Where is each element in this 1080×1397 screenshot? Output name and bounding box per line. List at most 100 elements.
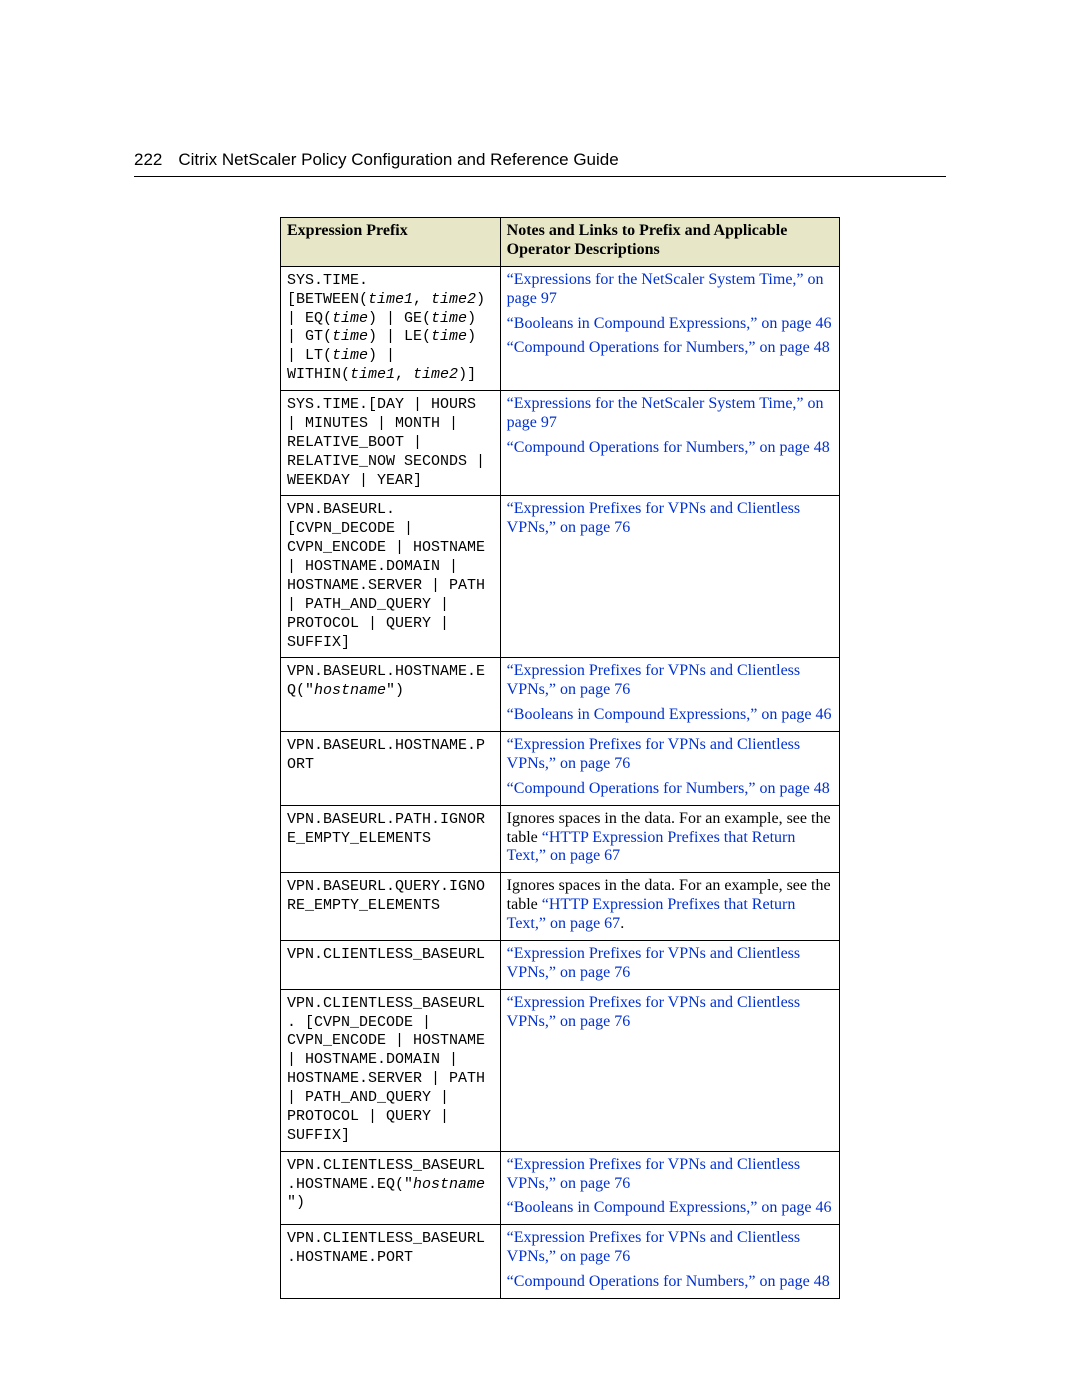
note-line: “Compound Operations for Numbers,” on pa… xyxy=(507,439,833,458)
note-line: “Compound Operations for Numbers,” on pa… xyxy=(507,339,833,358)
cross-reference-link[interactable]: “HTTP Expression Prefixes that Return Te… xyxy=(507,829,796,865)
table-header: Expression Prefix Notes and Links to Pre… xyxy=(281,218,840,267)
prefix-literal: , xyxy=(413,291,431,308)
prefix-literal: SYS.TIME.[DAY | HOURS | MINUTES | MONTH … xyxy=(287,396,485,489)
cross-reference-link[interactable]: “Expression Prefixes for VPNs and Client… xyxy=(507,662,800,698)
prefix-cell: VPN.BASEURL.HOSTNAME.PORT xyxy=(281,732,501,806)
note-line: Ignores spaces in the data. For an examp… xyxy=(507,810,833,867)
note-line: “Expressions for the NetScaler System Ti… xyxy=(507,395,833,433)
prefix-literal: VPN.CLIENTLESS_BASEURL xyxy=(287,946,485,963)
expression-table: Expression Prefix Notes and Links to Pre… xyxy=(280,217,840,1299)
table-row: VPN.BASEURL.[CVPN_DECODE | CVPN_ENCODE |… xyxy=(281,496,840,658)
col-header-prefix: Expression Prefix xyxy=(281,218,501,267)
prefix-placeholder: time1 xyxy=(350,366,395,383)
notes-cell: “Expression Prefixes for VPNs and Client… xyxy=(500,732,839,806)
prefix-placeholder: time1 xyxy=(368,291,413,308)
table-row: VPN.CLIENTLESS_BASEURL.HOSTNAME.PORT “Exp… xyxy=(281,1225,840,1299)
cross-reference-link[interactable]: “Expressions for the NetScaler System Ti… xyxy=(507,271,824,307)
note-line: “Compound Operations for Numbers,” on pa… xyxy=(507,780,833,799)
table-row: VPN.BASEURL.QUERY.IGNORE_EMPTY_ELEMENTS I… xyxy=(281,873,840,941)
prefix-placeholder: time xyxy=(332,310,368,327)
prefix-text: VPN.CLIENTLESS_BASEURL.HOSTNAME.PORT xyxy=(287,1230,485,1266)
table-row: VPN.CLIENTLESS_BASEURL.HOSTNAME.EQ("host… xyxy=(281,1151,840,1225)
note-line: “Expression Prefixes for VPNs and Client… xyxy=(507,662,833,700)
cross-reference-link[interactable]: “Compound Operations for Numbers,” on pa… xyxy=(507,339,830,356)
prefix-text: VPN.BASEURL.PATH.IGNORE_EMPTY_ELEMENTS xyxy=(287,811,485,847)
prefix-text: SYS.TIME.[DAY | HOURS | MINUTES | MONTH … xyxy=(287,396,485,489)
notes-cell: “Expression Prefixes for VPNs and Client… xyxy=(500,496,839,658)
note-line: “Booleans in Compound Expressions,” on p… xyxy=(507,706,833,725)
prefix-placeholder: time xyxy=(332,347,368,364)
prefix-cell: VPN.CLIENTLESS_BASEURL.HOSTNAME.EQ("host… xyxy=(281,1151,501,1225)
prefix-cell: VPN.BASEURL.PATH.IGNORE_EMPTY_ELEMENTS xyxy=(281,805,501,873)
col-header-notes: Notes and Links to Prefix and Applicable… xyxy=(500,218,839,267)
notes-cell: “Expression Prefixes for VPNs and Client… xyxy=(500,989,839,1151)
notes-cell: Ignores spaces in the data. For an examp… xyxy=(500,805,839,873)
prefix-text: VPN.CLIENTLESS_BASEURL. [CVPN_DECODE | C… xyxy=(287,995,485,1144)
prefix-cell: SYS.TIME.[BETWEEN(time1, time2) | EQ(tim… xyxy=(281,266,501,390)
prefix-literal: VPN.CLIENTLESS_BASEURL. [CVPN_DECODE | C… xyxy=(287,995,485,1144)
page-header-title: Citrix NetScaler Policy Configuration an… xyxy=(178,150,618,170)
cross-reference-link[interactable]: “Expression Prefixes for VPNs and Client… xyxy=(507,500,800,536)
note-line: Ignores spaces in the data. For an examp… xyxy=(507,877,833,934)
note-line: “Expression Prefixes for VPNs and Client… xyxy=(507,736,833,774)
note-text: . xyxy=(620,915,624,932)
notes-cell: “Expression Prefixes for VPNs and Client… xyxy=(500,658,839,732)
table-header-row: Expression Prefix Notes and Links to Pre… xyxy=(281,218,840,267)
notes-cell: “Expressions for the NetScaler System Ti… xyxy=(500,391,839,496)
cross-reference-link[interactable]: “Expression Prefixes for VPNs and Client… xyxy=(507,945,800,981)
prefix-placeholder: time xyxy=(431,310,467,327)
notes-cell: Ignores spaces in the data. For an examp… xyxy=(500,873,839,941)
table-body: SYS.TIME.[BETWEEN(time1, time2) | EQ(tim… xyxy=(281,266,840,1298)
note-line: “Expression Prefixes for VPNs and Client… xyxy=(507,994,833,1032)
table-row: VPN.CLIENTLESS_BASEURL “Expression Prefix… xyxy=(281,940,840,989)
prefix-literal: ") xyxy=(386,682,404,699)
note-line: “Expression Prefixes for VPNs and Client… xyxy=(507,945,833,983)
cross-reference-link[interactable]: “Expression Prefixes for VPNs and Client… xyxy=(507,736,800,772)
prefix-cell: VPN.BASEURL.HOSTNAME.EQ("hostname") xyxy=(281,658,501,732)
page-number: 222 xyxy=(134,150,162,170)
prefix-text: VPN.CLIENTLESS_BASEURL.HOSTNAME.EQ("host… xyxy=(287,1157,485,1212)
prefix-literal: VPN.CLIENTLESS_BASEURL.HOSTNAME.PORT xyxy=(287,1230,485,1266)
prefix-literal: VPN.BASEURL.HOSTNAME.PORT xyxy=(287,737,485,773)
prefix-cell: VPN.CLIENTLESS_BASEURL.HOSTNAME.PORT xyxy=(281,1225,501,1299)
notes-cell: “Expressions for the NetScaler System Ti… xyxy=(500,266,839,390)
table-row: VPN.BASEURL.HOSTNAME.EQ("hostname") “Expr… xyxy=(281,658,840,732)
prefix-literal: VPN.BASEURL.PATH.IGNORE_EMPTY_ELEMENTS xyxy=(287,811,485,847)
prefix-cell: VPN.BASEURL.QUERY.IGNORE_EMPTY_ELEMENTS xyxy=(281,873,501,941)
prefix-literal: ) | LE( xyxy=(368,328,431,345)
prefix-cell: VPN.BASEURL.[CVPN_DECODE | CVPN_ENCODE |… xyxy=(281,496,501,658)
cross-reference-link[interactable]: “Booleans in Compound Expressions,” on p… xyxy=(507,706,832,723)
prefix-literal: VPN.BASEURL.[CVPN_DECODE | CVPN_ENCODE |… xyxy=(287,501,485,650)
note-line: “Expressions for the NetScaler System Ti… xyxy=(507,271,833,309)
notes-cell: “Expression Prefixes for VPNs and Client… xyxy=(500,940,839,989)
note-line: “Booleans in Compound Expressions,” on p… xyxy=(507,1199,833,1218)
prefix-placeholder: hostname xyxy=(314,682,386,699)
note-line: “Expression Prefixes for VPNs and Client… xyxy=(507,500,833,538)
table-row: SYS.TIME.[DAY | HOURS | MINUTES | MONTH … xyxy=(281,391,840,496)
prefix-placeholder: time xyxy=(332,328,368,345)
prefix-cell: VPN.CLIENTLESS_BASEURL xyxy=(281,940,501,989)
cross-reference-link[interactable]: “Compound Operations for Numbers,” on pa… xyxy=(507,780,830,797)
cross-reference-link[interactable]: “Compound Operations for Numbers,” on pa… xyxy=(507,1273,830,1290)
prefix-literal: )] xyxy=(458,366,476,383)
cross-reference-link[interactable]: “Expressions for the NetScaler System Ti… xyxy=(507,395,824,431)
prefix-text: VPN.BASEURL.HOSTNAME.PORT xyxy=(287,737,485,773)
cross-reference-link[interactable]: “Booleans in Compound Expressions,” on p… xyxy=(507,1199,832,1216)
prefix-placeholder: time2 xyxy=(413,366,458,383)
prefix-literal: VPN.BASEURL.QUERY.IGNORE_EMPTY_ELEMENTS xyxy=(287,878,485,914)
cross-reference-link[interactable]: “Expression Prefixes for VPNs and Client… xyxy=(507,1156,800,1192)
cross-reference-link[interactable]: “Booleans in Compound Expressions,” on p… xyxy=(507,315,832,332)
cross-reference-link[interactable]: “Expression Prefixes for VPNs and Client… xyxy=(507,1229,800,1265)
prefix-literal: ") xyxy=(287,1194,305,1211)
prefix-text: VPN.CLIENTLESS_BASEURL xyxy=(287,946,485,963)
table-row: SYS.TIME.[BETWEEN(time1, time2) | EQ(tim… xyxy=(281,266,840,390)
cross-reference-link[interactable]: “Compound Operations for Numbers,” on pa… xyxy=(507,439,830,456)
cross-reference-link[interactable]: “Expression Prefixes for VPNs and Client… xyxy=(507,994,800,1030)
prefix-cell: VPN.CLIENTLESS_BASEURL. [CVPN_DECODE | C… xyxy=(281,989,501,1151)
prefix-text: VPN.BASEURL.HOSTNAME.EQ("hostname") xyxy=(287,663,485,699)
prefix-placeholder: time2 xyxy=(431,291,476,308)
prefix-text: VPN.BASEURL.QUERY.IGNORE_EMPTY_ELEMENTS xyxy=(287,878,485,914)
cross-reference-link[interactable]: “HTTP Expression Prefixes that Return Te… xyxy=(507,896,796,932)
note-line: “Expression Prefixes for VPNs and Client… xyxy=(507,1229,833,1267)
